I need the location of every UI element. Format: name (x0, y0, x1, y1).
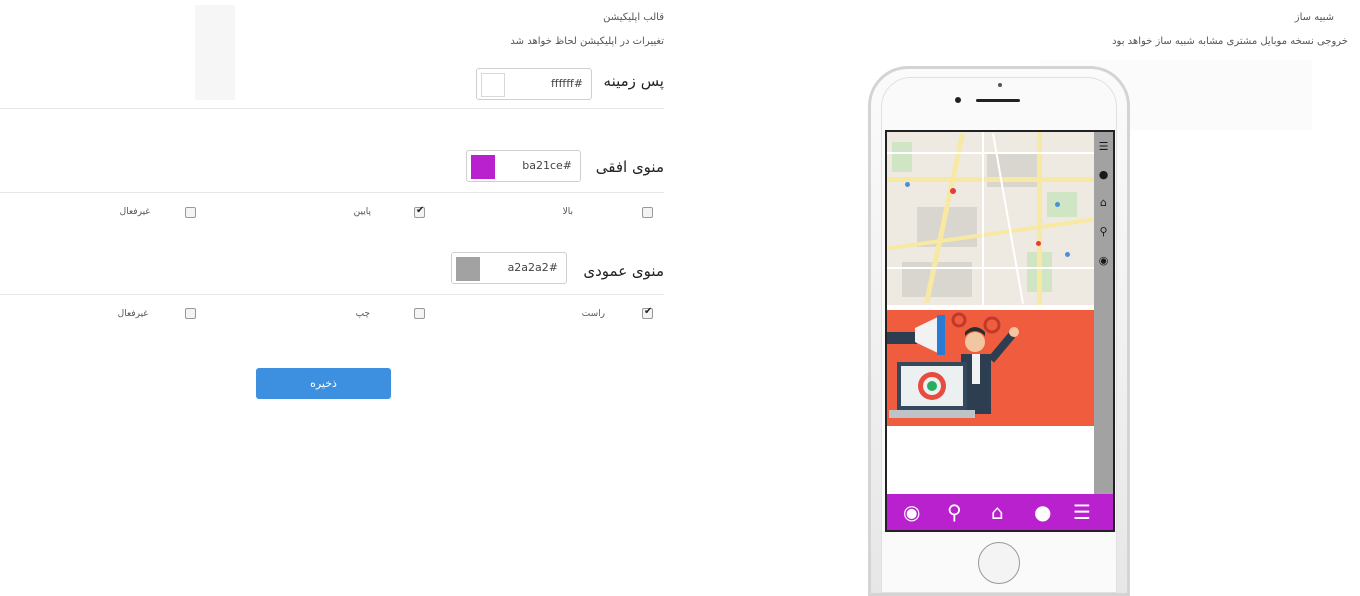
marketing-illustration (887, 312, 1019, 418)
horizontal-menu-color-value: ba21ce# (522, 159, 572, 172)
background-color-swatch[interactable] (481, 73, 505, 97)
menu-icon: ☰ (1073, 500, 1091, 524)
map-image (887, 132, 1094, 305)
background-color-value: ffffff# (551, 77, 583, 90)
simulator-description: خروجی نسخه موبایل مشتری مشابه شبیه ساز خ… (1112, 36, 1348, 47)
phone-home-button (978, 542, 1020, 584)
horizontal-disabled-checkbox[interactable] (185, 207, 196, 218)
horizontal-menu-label: منوی افقی (595, 158, 664, 176)
vertical-menu-color-value: a2a2a2# (507, 261, 558, 274)
divider (0, 108, 664, 109)
banner-illustration (887, 310, 1094, 426)
horizontal-menu-color-input[interactable]: ba21ce# (466, 150, 581, 182)
faded-panel (195, 5, 235, 100)
location-icon: ◉ (903, 500, 921, 524)
home-icon: ⌂ (1100, 196, 1107, 209)
vertical-menu-label: منوی عمودی (583, 262, 664, 280)
user-icon: ● (1034, 500, 1052, 524)
divider (0, 294, 664, 295)
background-label: پس زمینه (603, 72, 664, 90)
phone-sensor (998, 83, 1002, 87)
location-icon: ◉ (1098, 254, 1109, 267)
vertical-disabled-label: غیرفعال (117, 309, 148, 319)
horizontal-menu-preview: ◉ ⚲ ⌂ ● ☰ (887, 494, 1113, 530)
position-right-checkbox[interactable] (642, 306, 653, 319)
horizontal-disabled-label: غیرفعال (119, 207, 150, 217)
position-right-label: راست (581, 309, 605, 319)
horizontal-menu-color-swatch[interactable] (471, 155, 495, 179)
template-title: قالب اپلیکیشن (603, 12, 664, 23)
home-icon: ⌂ (991, 500, 1004, 524)
divider (0, 192, 664, 193)
vertical-disabled-checkbox[interactable] (185, 308, 196, 319)
phone-camera (955, 97, 961, 103)
template-description: تغییرات در اپلیکیشن لحاظ خواهد شد (510, 36, 664, 47)
position-top-label: بالا (562, 207, 573, 217)
position-bottom-label: پایین (353, 207, 371, 217)
vertical-menu-color-swatch[interactable] (456, 257, 480, 281)
vertical-menu-color-input[interactable]: a2a2a2# (451, 252, 567, 284)
position-left-checkbox[interactable] (414, 308, 425, 319)
search-icon: ⚲ (947, 500, 962, 524)
position-bottom-checkbox[interactable] (414, 205, 425, 218)
phone-screen: ☰ ● ⌂ ⚲ ◉ ◉ ⚲ ⌂ ● ☰ (885, 130, 1115, 532)
position-top-checkbox[interactable] (642, 207, 653, 218)
position-left-label: چپ (355, 309, 370, 319)
menu-icon: ☰ (1098, 140, 1109, 153)
vertical-menu-preview: ☰ ● ⌂ ⚲ ◉ (1094, 132, 1113, 502)
search-icon: ⚲ (1099, 225, 1108, 238)
phone-speaker (976, 99, 1020, 102)
background-color-input[interactable]: ffffff# (476, 68, 592, 100)
simulator-title: شبیه ساز (1294, 12, 1334, 23)
save-button[interactable]: ذخیره (256, 368, 391, 399)
user-icon: ● (1098, 168, 1109, 181)
